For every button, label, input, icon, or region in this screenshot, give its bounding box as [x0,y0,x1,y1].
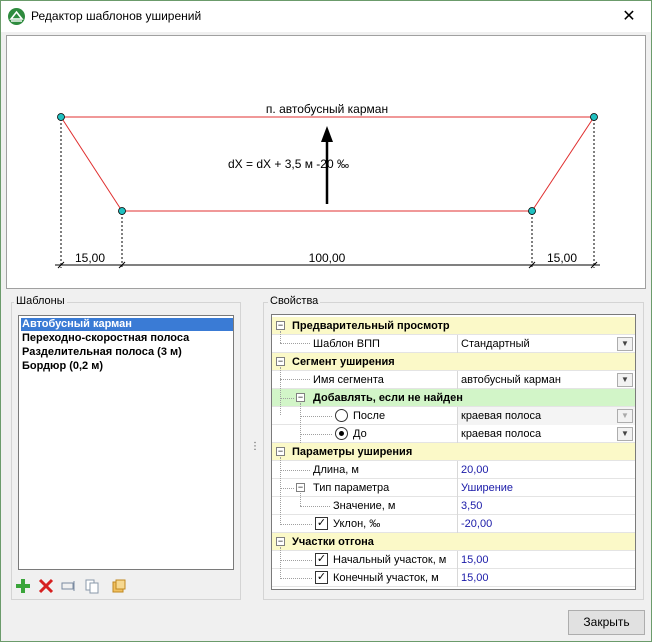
prop-length[interactable]: Длина, м 20,00 [272,461,635,479]
after-radio[interactable] [335,409,348,422]
end-taper-checkbox[interactable]: ✓ [315,571,328,584]
preview-caption: п. автобусный карман [266,102,388,116]
start-taper-value[interactable]: 15,00 [457,551,635,569]
end-taper-value[interactable]: 15,00 [457,569,635,587]
properties-group-label: Свойства [268,295,321,307]
properties-grid: − Предварительный просмотр Шаблон ВПП Ст… [271,314,636,590]
window-title: Редактор шаблонов уширений [31,9,202,23]
templates-group-label: Шаблоны [14,295,67,307]
segment-name-dropdown[interactable]: автобусный карман ▼ [457,371,635,389]
preview-canvas: п. автобусный карман dX = dX + 3,5 м -20… [6,35,646,289]
slope-checkbox[interactable]: ✓ [315,517,328,530]
list-item[interactable]: Автобусный карман [21,318,233,331]
preview-drawing: п. автобусный карман dX = dX + 3,5 м -20… [55,102,600,269]
title-bar: Редактор шаблонов уширений ✕ [1,1,651,32]
template-editor-window: Редактор шаблонов уширений ✕ п. автобусн… [0,0,652,642]
delete-icon[interactable] [36,576,56,596]
node-bottom-left [118,207,126,215]
collapse-icon[interactable]: − [296,393,305,402]
node-top-left [57,113,65,121]
chevron-down-icon[interactable]: ▼ [617,373,633,387]
start-taper-checkbox[interactable]: ✓ [315,553,328,566]
category-preview[interactable]: − Предварительный просмотр [272,317,635,335]
node-bottom-right [528,207,536,215]
splitter-handle[interactable]: ⋮ [250,442,260,457]
prop-segment-name[interactable]: Имя сегмента автобусный карман ▼ [272,371,635,389]
list-item[interactable]: Переходно-скоростная полоса [21,332,233,345]
collapse-icon[interactable]: − [276,537,285,546]
prop-start-taper[interactable]: ✓ Начальный участок, м 15,00 [272,551,635,569]
preview-formula: dX = dX + 3,5 м -20 ‰ [228,157,349,171]
import-icon[interactable] [109,576,129,596]
param-type-value[interactable]: Уширение [457,479,635,497]
dim-left-label: 15,00 [75,251,105,265]
prop-end-taper[interactable]: ✓ Конечный участок, м 15,00 [272,569,635,587]
category-add-if-missing[interactable]: − Добавлять, если не найден [272,389,635,407]
prop-param-type[interactable]: − Тип параметра Уширение [272,479,635,497]
prop-label: Шаблон ВПП [313,338,380,350]
chevron-down-icon[interactable]: ▼ [617,337,633,351]
runway-template-dropdown[interactable]: Стандартный ▼ [457,335,635,353]
collapse-icon[interactable]: − [296,483,305,492]
chevron-down-icon[interactable]: ▼ [617,409,633,423]
slope-value[interactable]: -20,00 [457,515,635,533]
collapse-icon[interactable]: − [276,357,285,366]
length-value[interactable]: 20,00 [457,461,635,479]
app-icon [8,8,25,25]
value-value[interactable]: 3,50 [457,497,635,515]
dim-right-label: 15,00 [547,251,577,265]
plus-icon[interactable] [13,576,33,596]
category-taper[interactable]: − Участки отгона [272,533,635,551]
prop-slope[interactable]: ✓ Уклон, ‰ -20,00 [272,515,635,533]
prop-runway-template[interactable]: Шаблон ВПП Стандартный ▼ [272,335,635,353]
templates-list[interactable]: Автобусный карман Переходно-скоростная п… [18,315,234,570]
collapse-icon[interactable]: − [276,321,285,330]
close-icon[interactable]: ✕ [607,1,651,32]
collapse-icon[interactable]: − [276,447,285,456]
close-button[interactable]: Закрыть [568,610,645,635]
after-dropdown[interactable]: краевая полоса ▼ [457,407,635,425]
node-top-right [590,113,598,121]
list-item[interactable]: Разделительная полоса (3 м) [21,346,233,359]
before-radio[interactable] [335,427,348,440]
dim-middle-label: 100,00 [309,251,346,265]
category-params[interactable]: − Параметры уширения [272,443,635,461]
list-item[interactable]: Бордюр (0,2 м) [21,360,233,373]
copy-icon[interactable] [82,576,102,596]
before-dropdown[interactable]: краевая полоса ▼ [457,425,635,443]
chevron-down-icon[interactable]: ▼ [617,427,633,441]
category-segment[interactable]: − Сегмент уширения [272,353,635,371]
rename-icon[interactable] [59,576,79,596]
